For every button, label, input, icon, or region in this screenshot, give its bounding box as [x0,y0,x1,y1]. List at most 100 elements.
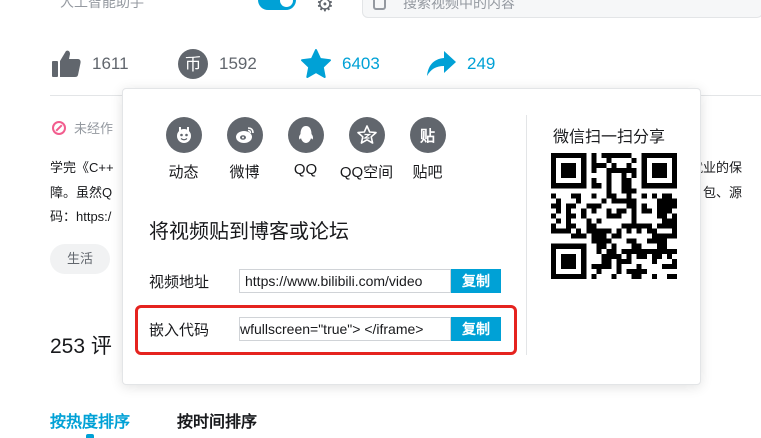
tieba-icon: 贴 [409,117,446,153]
qr-module [606,248,612,254]
qr-module [551,263,557,269]
coin-button[interactable]: 币 1592 [177,48,257,80]
favorite-button[interactable]: 6403 [300,48,380,80]
qr-module [551,273,557,279]
qr-module [631,173,637,179]
qr-module [616,233,622,239]
share-weibo-button[interactable]: 微博 [214,117,275,182]
notice-text: 未经作 [74,121,114,136]
qr-module [576,228,582,234]
qr-module [626,238,632,244]
qr-module [666,153,672,159]
qr-module [656,253,662,259]
share-count: 249 [467,54,496,73]
qr-module [646,153,652,159]
qr-module [581,168,587,174]
search-input[interactable]: 搜索视频中的内容 [362,0,761,18]
qr-module [656,173,662,179]
qr-module [551,183,557,189]
qr-module [661,218,667,224]
description-line-2-right: 包、源 [703,185,743,200]
qr-module [656,203,662,209]
tag-life[interactable]: 生活 [50,244,111,274]
qr-module [641,208,647,214]
qr-module [621,223,627,229]
qr-module [631,168,637,174]
sort-by-hot-tab[interactable]: 按热度排序 [50,408,130,432]
qr-module [626,253,632,259]
qr-module [556,153,562,159]
description-line-2: 障。虽然Q [50,185,113,200]
qr-module [551,223,557,229]
search-icon [373,0,386,10]
qr-module [551,193,557,199]
qr-module [551,203,557,209]
qr-module [581,233,587,239]
forbidden-icon [52,120,66,135]
qr-module [551,178,557,184]
qr-module [566,223,572,229]
qr-module [561,258,567,264]
qr-module [606,263,612,269]
qr-module [611,168,617,174]
qr-module [566,263,572,269]
qr-module [661,238,667,244]
qr-module [611,248,617,254]
share-qq-label: QQ [293,161,318,178]
qr-module [581,163,587,169]
qr-module [646,223,652,229]
qr-module [611,243,617,249]
weibo-icon [226,117,263,153]
qr-module [671,198,677,204]
share-qzone-button[interactable]: QQ空间 [336,117,397,182]
qr-module [551,268,557,274]
qr-module [661,223,667,229]
qr-module [616,153,622,159]
qr-module [556,218,562,224]
qr-module [666,233,672,239]
qr-module [666,203,672,209]
qr-module [621,153,627,159]
qr-module [641,253,647,259]
sort-by-time-tab[interactable]: 按时间排序 [177,408,257,432]
share-qq-button[interactable]: QQ [275,117,336,182]
qr-module [611,213,617,219]
qr-module [616,208,622,214]
qr-module [606,258,612,264]
description-line-3[interactable]: 码：https:/ [50,206,111,225]
qr-module [616,258,622,264]
qr-module [566,243,572,249]
share-targets: 动态 微博 QQ QQ空间 贴 贴吧 [153,117,458,182]
qr-module [636,243,642,249]
qr-module [631,208,637,214]
gear-icon[interactable]: ⚙ [316,0,334,17]
qr-module [571,243,577,249]
qr-module [571,153,577,159]
coin-glyph: 币 [185,55,202,75]
qr-module [561,153,567,159]
qr-module [551,258,557,264]
qr-module [616,268,622,274]
like-button[interactable]: 1611 [50,48,129,80]
qr-module [631,158,637,164]
qr-module [601,263,607,269]
qr-module [611,193,617,199]
autoplay-toggle[interactable] [258,0,296,10]
copy-url-button[interactable]: 复制 [451,269,501,293]
qr-module [636,263,642,269]
qr-module [671,258,677,264]
qr-module [581,258,587,264]
video-url-field[interactable]: https://www.bilibili.com/video [239,269,451,293]
share-dynamic-button[interactable]: 动态 [153,117,214,182]
qr-module [586,223,592,229]
thumbs-up-icon [50,48,82,80]
share-button[interactable]: 249 [425,48,495,80]
qr-module [611,273,617,279]
share-tieba-button[interactable]: 贴 贴吧 [397,117,458,182]
star-icon [300,48,332,80]
qr-module [591,223,597,229]
qr-module [566,163,572,169]
qr-module [576,183,582,189]
qr-module [671,228,677,234]
qr-module [661,263,667,269]
